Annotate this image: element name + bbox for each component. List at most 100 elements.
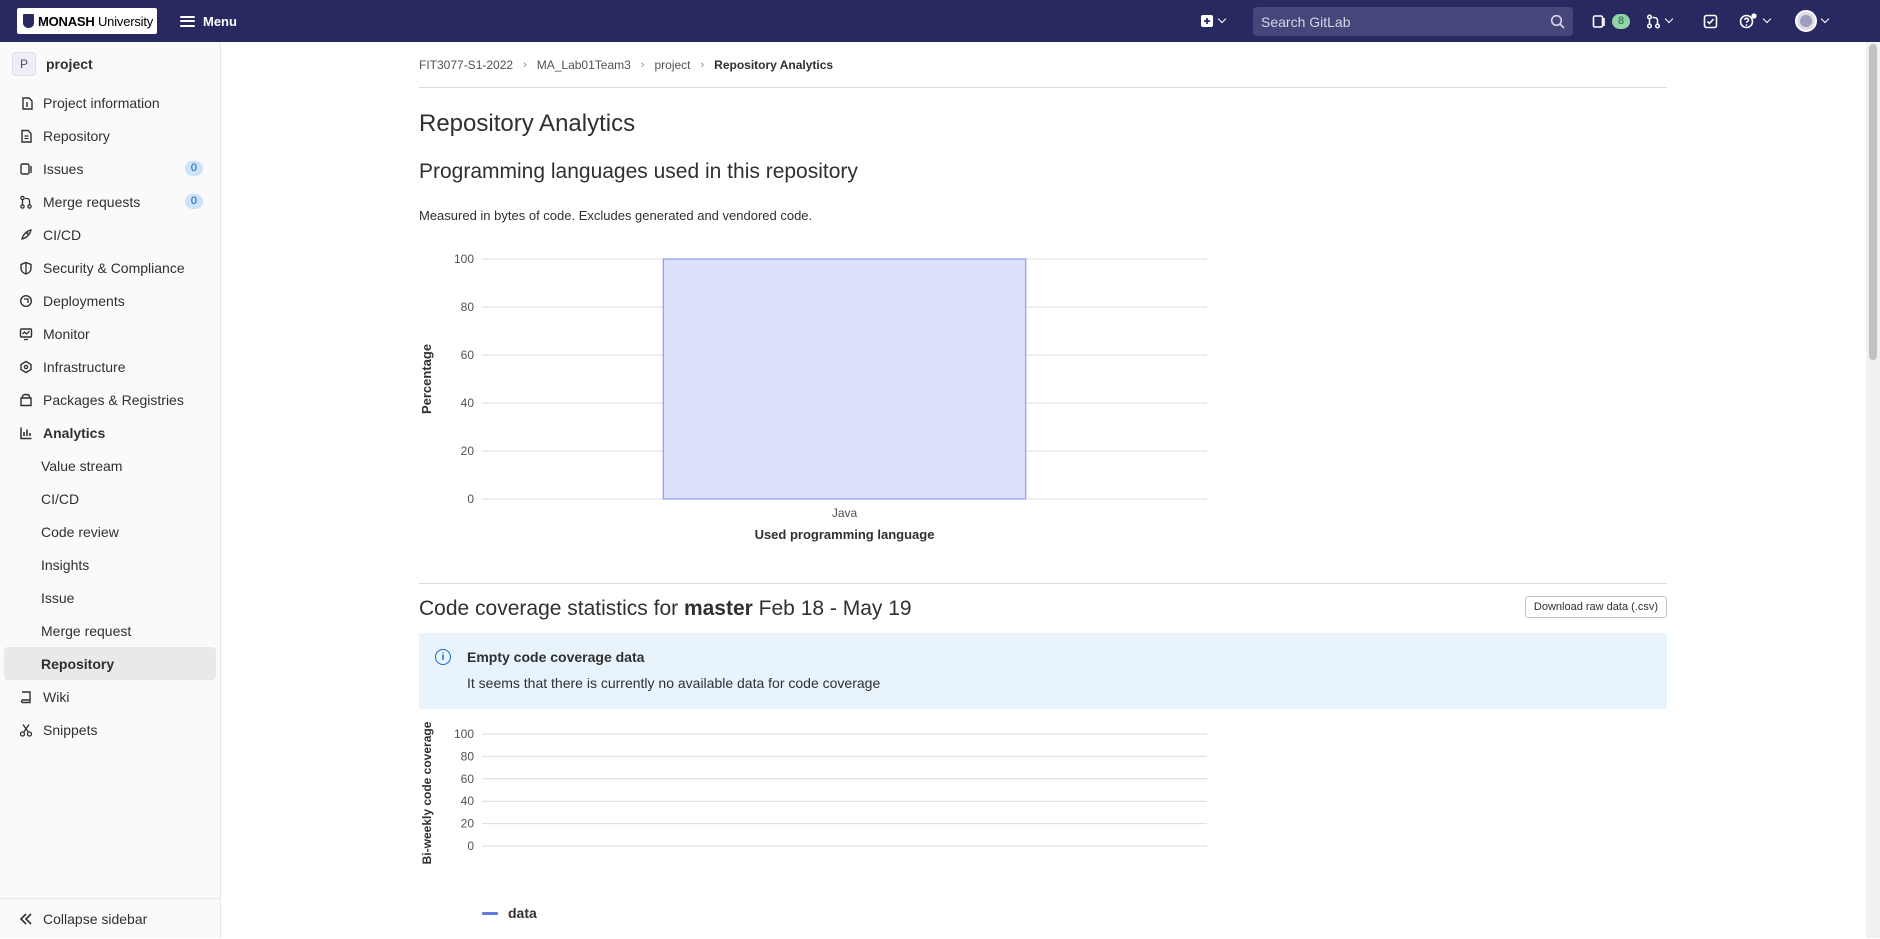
- y-tick-label: 60: [461, 772, 475, 786]
- package-icon: [19, 393, 33, 407]
- coverage-legend[interactable]: data: [482, 905, 537, 921]
- y-axis-label: Bi-weekly code coverage: [420, 721, 434, 864]
- infra-icon: [19, 360, 33, 374]
- breadcrumb-chevron-icon: ›: [640, 58, 645, 71]
- y-tick-label: 0: [467, 492, 474, 506]
- sidebar-item-monitor[interactable]: Monitor: [0, 317, 220, 350]
- double-chevron-left-icon: [19, 912, 32, 925]
- sidebar-item-merge-requests[interactable]: Merge requests 0: [0, 185, 220, 218]
- page-title: Repository Analytics: [419, 110, 636, 137]
- issues-count-badge: 8: [1612, 13, 1631, 29]
- breadcrumb-subgroup[interactable]: MA_Lab01Team3: [537, 58, 631, 72]
- search-icon: [1550, 14, 1565, 29]
- help-nav-button[interactable]: [1739, 11, 1772, 31]
- sidebar-item-packages-registries[interactable]: Packages & Registries: [0, 383, 220, 416]
- count-badge: 0: [184, 194, 203, 209]
- rocket-icon: [19, 228, 33, 242]
- sidebar-item-label: Security & Compliance: [43, 259, 185, 276]
- sidebar: P project Project information Repository I…: [0, 42, 221, 938]
- sidebar-item-label: Merge requests: [43, 193, 141, 210]
- scrollbar-thumb[interactable]: [1869, 44, 1877, 360]
- y-tick-label: 40: [461, 396, 475, 410]
- top-navbar: MONASH University Menu 8: [0, 0, 1880, 42]
- sidebar-item-analytics[interactable]: Analytics: [0, 416, 220, 449]
- issues-icon: [19, 162, 33, 176]
- book-icon: [19, 690, 33, 704]
- coverage-header: Code coverage statistics for master Feb …: [419, 583, 1667, 633]
- sidebar-item-security-compliance[interactable]: Security & Compliance: [0, 251, 220, 284]
- chevron-down-icon: [1820, 14, 1830, 24]
- y-tick-label: 20: [461, 817, 475, 831]
- coverage-chart: 0 20 40 60 80 100 Bi-weekly code coverage data: [419, 709, 1667, 939]
- sidebar-item-deployments[interactable]: Deployments: [0, 284, 220, 317]
- todos-nav-button[interactable]: [1703, 11, 1718, 31]
- hamburger-icon: [180, 15, 195, 27]
- merge-request-icon: [1646, 13, 1661, 29]
- languages-section-title: Programming languages used in this repos…: [419, 160, 858, 183]
- main-content: FIT3077-S1-2022 › MA_Lab01Team3 › projec…: [419, 42, 1667, 939]
- bar-java: [662, 258, 1027, 500]
- download-csv-button[interactable]: Download raw data (.csv): [1524, 596, 1667, 618]
- breadcrumb-project[interactable]: project: [654, 58, 690, 72]
- sidebar-item-wiki[interactable]: Wiki: [0, 680, 220, 713]
- sidebar-project-link[interactable]: P project: [0, 42, 220, 86]
- sidebar-item-label: Wiki: [43, 688, 70, 705]
- sidebar-item-ci-cd[interactable]: CI/CD: [0, 218, 220, 251]
- issues-nav-button[interactable]: 8: [1592, 11, 1631, 31]
- plus-square-icon: [1201, 15, 1213, 27]
- page-scrollbar[interactable]: [1866, 42, 1880, 938]
- sidebar-item-issues[interactable]: Issues 0: [0, 152, 220, 185]
- breadcrumb-chevron-icon: ›: [700, 58, 705, 71]
- monitor-icon: [19, 327, 33, 341]
- sidebar-subitem-repository[interactable]: Repository: [4, 647, 216, 680]
- user-menu-button[interactable]: [1795, 10, 1830, 32]
- y-tick-label: 100: [454, 727, 474, 741]
- search-input[interactable]: [1261, 13, 1550, 30]
- languages-bar-chart-svg: 0 20 40 60 80 100 Java Used programming languag…: [419, 252, 1207, 542]
- sidebar-item-repository[interactable]: Repository: [0, 119, 220, 152]
- sidebar-subitem-insights[interactable]: Insights: [0, 548, 220, 581]
- chevron-down-icon: [1762, 14, 1772, 24]
- y-tick-label: 40: [461, 794, 475, 808]
- sidebar-item-infrastructure[interactable]: Infrastructure: [0, 350, 220, 383]
- breadcrumb-chevron-icon: ›: [523, 58, 527, 71]
- collapse-sidebar-button[interactable]: Collapse sidebar: [0, 898, 221, 938]
- coverage-branch: master: [683, 597, 753, 620]
- info-circle-icon: i: [435, 649, 451, 665]
- shield-icon: [19, 261, 33, 275]
- y-tick-label: 60: [461, 348, 475, 362]
- sidebar-subitem-ci-cd[interactable]: CI/CD: [0, 482, 220, 515]
- languages-chart: 0 20 40 60 80 100 Java Used programming languag…: [419, 223, 1667, 569]
- sidebar-subitem-merge-request[interactable]: Merge request: [0, 614, 220, 647]
- project-name: project: [46, 56, 93, 72]
- create-new-button[interactable]: [1200, 11, 1227, 31]
- breadcrumb-current[interactable]: Repository Analytics: [714, 58, 833, 72]
- merge-requests-nav-button[interactable]: [1646, 11, 1674, 31]
- chevron-down-icon: [1217, 14, 1227, 24]
- breadcrumb-group[interactable]: FIT3077-S1-2022: [419, 58, 513, 72]
- issues-icon: [1592, 14, 1605, 28]
- sidebar-item-label: Packages & Registries: [43, 391, 184, 408]
- sidebar-subitem-issue[interactable]: Issue: [0, 581, 220, 614]
- legend-series-swatch: [482, 911, 498, 915]
- sidebar-item-label: Analytics: [43, 424, 106, 441]
- menu-label: Menu: [203, 13, 237, 29]
- sidebar-item-label: Monitor: [43, 325, 90, 342]
- sidebar-subitem-code-review[interactable]: Code review: [0, 515, 220, 548]
- sidebar-item-project-information[interactable]: Project information: [0, 86, 220, 119]
- monash-logo[interactable]: MONASH University: [17, 8, 157, 34]
- doc-icon: [19, 129, 33, 143]
- x-axis-label: Used programming language: [755, 527, 935, 542]
- y-tick-label: 100: [454, 252, 474, 266]
- collapse-sidebar-label: Collapse sidebar: [43, 910, 148, 927]
- sidebar-item-label: Repository: [43, 127, 110, 144]
- menu-button[interactable]: Menu: [180, 10, 237, 32]
- y-tick-label: 80: [461, 749, 475, 763]
- search-box[interactable]: [1253, 7, 1573, 36]
- sidebar-subitem-value-stream[interactable]: Value stream: [0, 449, 220, 482]
- deploy-icon: [19, 294, 33, 308]
- alert-body: It seems that there is currently no avai…: [467, 675, 881, 691]
- sidebar-item-snippets[interactable]: Snippets: [0, 713, 220, 746]
- project-avatar: P: [12, 52, 36, 76]
- logo-text: MONASH University: [38, 13, 154, 29]
